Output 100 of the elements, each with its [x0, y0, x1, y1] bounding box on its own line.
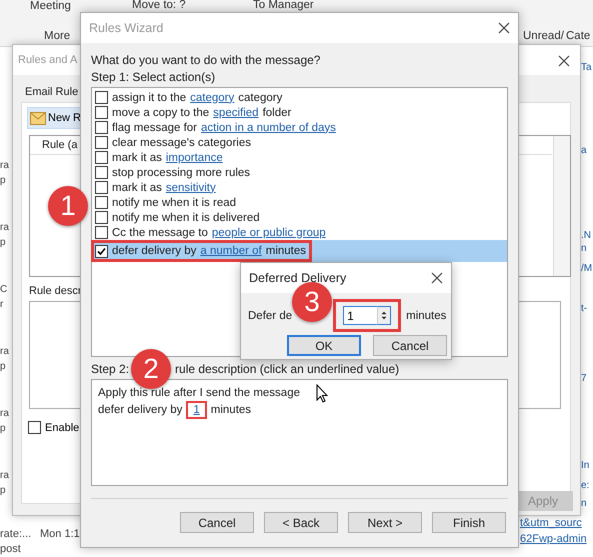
action-item[interactable]: mark it as sensitivity — [92, 180, 507, 195]
message-sender: ra — [0, 470, 9, 482]
description-text: minutes — [210, 404, 252, 416]
ribbon-button[interactable]: To Manager — [253, 0, 314, 12]
link[interactable]: 62Fwp-admin — [520, 533, 587, 545]
unit-label: minutes — [406, 310, 446, 322]
link[interactable]: t&utm_sourc — [520, 517, 582, 529]
action-item[interactable]: notify me when it is delivered — [92, 210, 507, 225]
message-preview: r — [0, 299, 4, 311]
dialog-button[interactable]: < Back — [264, 512, 338, 533]
action-text: notify me when it is delivered — [112, 212, 260, 224]
step-label: Step 2: — [91, 362, 130, 376]
reading-pane-text: Ta — [581, 62, 592, 73]
checkbox[interactable] — [95, 211, 108, 224]
pointer-icon — [316, 384, 328, 403]
message-time: Mon 1:1 — [40, 528, 80, 540]
checkbox[interactable] — [95, 136, 108, 149]
ribbon-button[interactable]: More — [44, 30, 70, 43]
description-text: Apply this rule after I send the message — [98, 386, 300, 398]
action-text: minutes — [266, 245, 306, 257]
dialog-button[interactable]: Next > — [348, 512, 422, 533]
ribbon-button[interactable]: Unread/ — [523, 30, 564, 43]
link[interactable]: importance — [166, 152, 223, 164]
action-text: notify me when it is read — [112, 196, 236, 208]
message-preview: p — [0, 423, 6, 435]
checkbox[interactable] — [95, 244, 108, 258]
action-item[interactable]: notify me when it is read — [92, 195, 507, 210]
checkbox[interactable] — [95, 181, 108, 194]
message-sender: ra — [0, 408, 9, 420]
reading-pane-text: .N — [581, 230, 591, 241]
checkbox[interactable] — [95, 91, 108, 104]
action-text: category — [238, 92, 282, 104]
question-text: What do you want to do with the message? — [91, 53, 322, 67]
window-title: Rules Wizard — [89, 21, 164, 35]
message-preview: p — [0, 175, 6, 187]
action-item[interactable]: mark it as importance — [92, 150, 507, 165]
close-icon[interactable] — [431, 272, 443, 284]
link[interactable]: action in a number of days — [201, 122, 336, 134]
dialog-button[interactable]: Cancel — [180, 512, 254, 533]
action-item[interactable]: assign it to the category category — [92, 90, 507, 105]
message-preview: post — [0, 543, 21, 555]
action-item[interactable]: flag message for action in a number of days — [92, 120, 507, 135]
action-text: stop processing more rules — [112, 166, 250, 178]
message-sender: rate:... — [0, 528, 32, 540]
close-icon[interactable] — [558, 55, 570, 67]
step-label: rule description (click an underlined value) — [175, 362, 400, 376]
column-header[interactable]: Rule (a — [42, 139, 78, 151]
envelope-icon — [30, 112, 46, 124]
minutes-field[interactable]: 1 — [343, 306, 378, 325]
reading-pane-text: 7 — [581, 373, 587, 384]
reading-pane-text: e: — [581, 480, 590, 491]
message-preview: p — [0, 237, 6, 249]
link[interactable]: a number of — [200, 245, 262, 257]
link[interactable]: people or public group — [212, 226, 326, 238]
window-title: Deferred Delivery — [249, 271, 346, 285]
enable-checkbox[interactable]: Enable — [28, 421, 80, 434]
action-text: clear message's categories — [112, 136, 251, 148]
action-text: defer delivery by — [112, 245, 196, 257]
tab[interactable]: Email Rule — [25, 86, 78, 98]
description-text: defer delivery by — [98, 404, 182, 416]
action-item[interactable]: clear message's categories — [92, 135, 507, 150]
checkbox[interactable] — [95, 196, 108, 209]
message-preview: p — [0, 361, 6, 373]
step-label: Step 1: Select action(s) — [91, 70, 216, 84]
scrollbar[interactable] — [553, 136, 570, 276]
ribbon-button[interactable]: Cate — [566, 30, 590, 43]
message-preview: p — [0, 485, 6, 497]
reading-pane-text: n — [581, 243, 587, 254]
action-text: folder — [262, 106, 292, 118]
dialog-button[interactable]: Cancel — [373, 335, 447, 356]
action-item[interactable]: defer delivery by a number of minutes — [92, 240, 507, 262]
dialog-button[interactable]: OK — [287, 335, 361, 356]
reading-pane-text: n — [581, 498, 587, 509]
message-sender: ra — [0, 160, 9, 172]
checkbox[interactable] — [95, 121, 108, 134]
action-item[interactable]: move a copy to the specified folder — [92, 105, 507, 120]
message-sender: ra — [0, 346, 9, 358]
window-title: Rules and A — [18, 54, 78, 66]
link[interactable]: sensitivity — [166, 182, 216, 194]
action-text: assign it to the — [112, 92, 186, 104]
action-item[interactable]: Cc the message to people or public group — [92, 225, 507, 240]
link[interactable]: category — [190, 92, 234, 104]
action-text: move a copy to the — [112, 106, 210, 118]
close-icon[interactable] — [498, 22, 510, 34]
reading-pane-text: In — [581, 460, 590, 471]
checkbox[interactable] — [95, 151, 108, 164]
checkbox[interactable] — [95, 226, 108, 239]
checkbox[interactable] — [95, 166, 108, 179]
message-sender: ra — [0, 222, 9, 234]
link[interactable]: 1 — [193, 404, 200, 416]
ribbon-button[interactable]: Meeting — [30, 0, 71, 13]
ribbon-button[interactable]: Move to: ? — [132, 0, 186, 12]
reading-pane-text: t- — [581, 303, 588, 314]
checkbox[interactable] — [95, 106, 108, 119]
link[interactable]: specified — [213, 106, 259, 118]
field-label: Defer de — [248, 310, 292, 322]
action-text: mark it as — [112, 152, 162, 164]
action-item[interactable]: stop processing more rules — [92, 165, 507, 180]
spin-arrows-icon[interactable] — [377, 306, 392, 325]
dialog-button[interactable]: Finish — [432, 512, 506, 533]
